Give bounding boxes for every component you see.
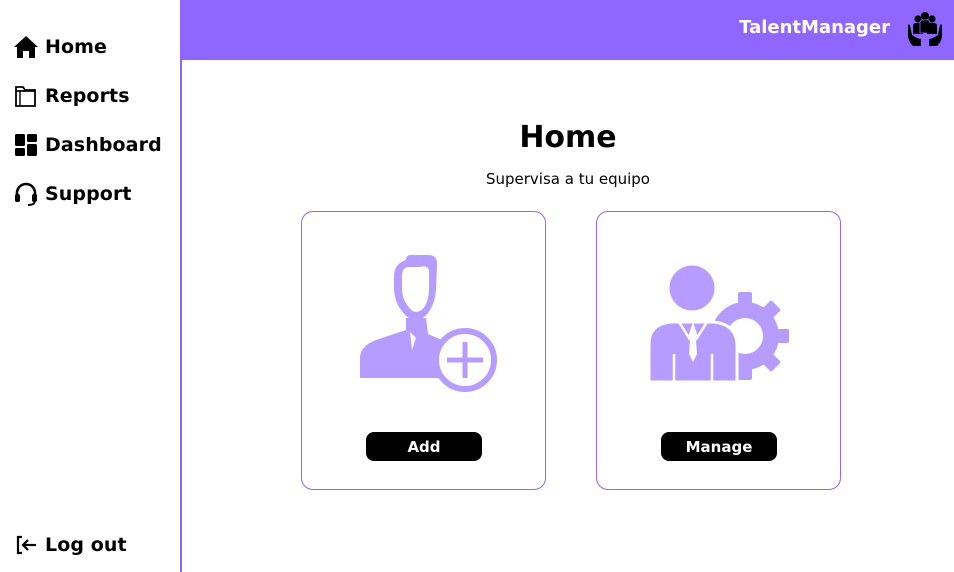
manage-button[interactable]: Manage bbox=[661, 432, 777, 461]
home-icon bbox=[12, 33, 40, 61]
sidebar-item-dashboard[interactable]: Dashboard bbox=[12, 131, 162, 159]
top-bar: TalentManager bbox=[182, 0, 954, 60]
sidebar-item-label: Home bbox=[45, 36, 108, 58]
add-button[interactable]: Add bbox=[366, 432, 482, 461]
brand-name: TalentManager bbox=[739, 17, 890, 38]
manage-user-gear-icon bbox=[597, 242, 840, 412]
logout-label: Log out bbox=[45, 534, 127, 556]
add-card: Add bbox=[301, 211, 546, 490]
logout-button[interactable]: Log out bbox=[12, 531, 127, 559]
page-subtitle: Supervisa a tu equipo bbox=[485, 170, 650, 188]
sidebar-item-label: Support bbox=[45, 183, 132, 205]
dashboard-grid-icon bbox=[12, 131, 40, 159]
sidebar: Home Reports Dashboard Support Log out bbox=[0, 0, 182, 572]
team-logo-icon bbox=[906, 9, 944, 49]
sidebar-item-label: Dashboard bbox=[45, 134, 162, 156]
folder-icon bbox=[12, 82, 40, 110]
sidebar-item-support[interactable]: Support bbox=[12, 180, 132, 208]
manage-card: Manage bbox=[596, 211, 841, 490]
page-title: Home bbox=[519, 120, 617, 155]
add-user-icon bbox=[302, 242, 545, 412]
sidebar-item-reports[interactable]: Reports bbox=[12, 82, 130, 110]
headset-icon bbox=[12, 180, 40, 208]
sidebar-item-label: Reports bbox=[45, 85, 130, 107]
sidebar-item-home[interactable]: Home bbox=[12, 33, 107, 61]
logout-icon bbox=[12, 531, 40, 559]
